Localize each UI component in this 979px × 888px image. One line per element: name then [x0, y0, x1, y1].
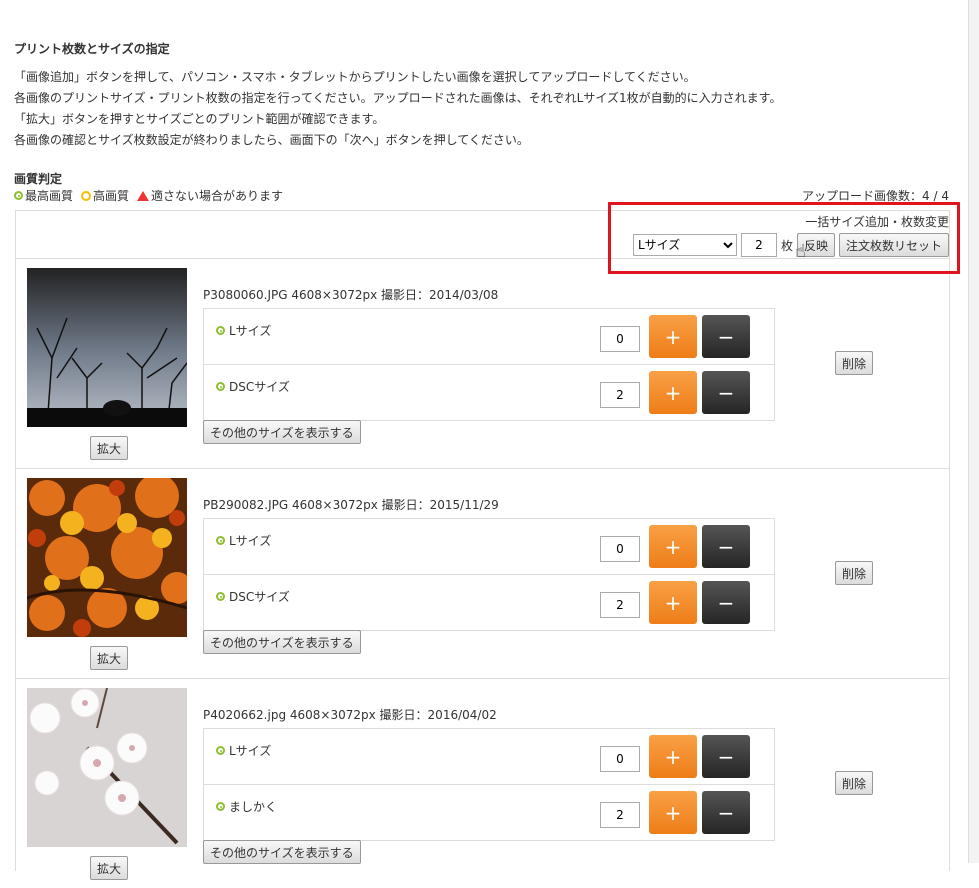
- qty-input[interactable]: [600, 326, 640, 352]
- window-edge: [968, 0, 979, 863]
- qty-input[interactable]: [600, 382, 640, 408]
- minus-button[interactable]: −: [702, 371, 750, 414]
- size-label: DSCサイズ: [229, 380, 290, 394]
- best-quality-icon: [216, 592, 225, 601]
- photo-meta: P3080060.JPG 4608×3072px 撮影日：2014/03/08: [203, 288, 499, 302]
- minus-button[interactable]: −: [702, 735, 750, 778]
- qty-input[interactable]: [600, 802, 640, 828]
- plus-button[interactable]: +: [649, 581, 697, 624]
- size-label: DSCサイズ: [229, 590, 290, 604]
- minus-button[interactable]: −: [702, 581, 750, 624]
- bulk-controls: Lサイズ 枚 反映 注文枚数リセット: [632, 233, 949, 257]
- photo-thumbnail[interactable]: [27, 688, 187, 847]
- bulk-size-select[interactable]: Lサイズ: [632, 234, 737, 256]
- size-row: Lサイズ + −: [204, 309, 774, 365]
- upload-count: アップロード画像数：4 / 4: [802, 189, 949, 203]
- size-label: Lサイズ: [229, 324, 272, 338]
- photo-thumbnail[interactable]: [27, 268, 187, 427]
- size-row: ましかく + −: [204, 785, 774, 840]
- zoom-button[interactable]: 拡大: [90, 436, 129, 460]
- warning-triangle-icon: [137, 190, 150, 201]
- photo-meta: PB290082.JPG 4608×3072px 撮影日：2015/11/29: [203, 498, 499, 512]
- hand-cursor-icon: ☝: [795, 241, 806, 262]
- size-table: Lサイズ + − ましかく + −: [203, 728, 775, 841]
- quality-legend: 最高画質 高画質 適さない場合があります: [14, 187, 283, 204]
- zoom-button[interactable]: 拡大: [90, 646, 129, 670]
- size-table: Lサイズ + − DSCサイズ + −: [203, 518, 775, 631]
- photo-row: 拡大 P4020662.jpg 4608×3072px 撮影日：2016/04/…: [16, 679, 949, 888]
- size-label: Lサイズ: [229, 744, 272, 758]
- best-quality-label: 最高画質: [25, 189, 74, 203]
- size-row: DSCサイズ + −: [204, 575, 774, 630]
- best-quality-icon: [216, 326, 225, 335]
- plus-button[interactable]: +: [649, 371, 697, 414]
- intro-line: 「画像追加」ボタンを押して、パソコン・スマホ・タブレットからプリントしたい画像を…: [14, 70, 696, 84]
- best-quality-icon: [216, 746, 225, 755]
- photo-list-panel: 一括サイズ追加・枚数変更 Lサイズ 枚 反映 注文枚数リセット 拡大 P3: [15, 210, 950, 880]
- size-row: Lサイズ + −: [204, 729, 774, 785]
- minus-button[interactable]: −: [702, 315, 750, 358]
- plus-button[interactable]: +: [649, 315, 697, 358]
- reset-button[interactable]: 注文枚数リセット: [838, 233, 949, 257]
- qty-input[interactable]: [600, 746, 640, 772]
- plus-button[interactable]: +: [649, 791, 697, 834]
- quality-heading: 画質判定: [14, 172, 63, 186]
- best-quality-icon: [14, 191, 23, 200]
- photo-row: 拡大 PB290082.JPG 4608×3072px 撮影日：2015/11/…: [16, 469, 949, 679]
- size-row: Lサイズ + −: [204, 519, 774, 575]
- minus-button[interactable]: −: [702, 791, 750, 834]
- intro-line: 各画像のプリントサイズ・プリント枚数の指定を行ってください。アップロードされた画…: [14, 91, 782, 105]
- best-quality-icon: [216, 536, 225, 545]
- other-sizes-button[interactable]: その他のサイズを表示する: [203, 840, 361, 864]
- other-sizes-button[interactable]: その他のサイズを表示する: [203, 420, 361, 444]
- qty-input[interactable]: [600, 592, 640, 618]
- bulk-qty-input[interactable]: [740, 233, 777, 257]
- photo-meta: P4020662.jpg 4608×3072px 撮影日：2016/04/02: [203, 708, 497, 722]
- page-title: プリント枚数とサイズの指定: [14, 42, 170, 56]
- size-label: Lサイズ: [229, 534, 272, 548]
- minus-button[interactable]: −: [702, 525, 750, 568]
- plus-button[interactable]: +: [649, 735, 697, 778]
- intro-line: 「拡大」ボタンを押すとサイズごとのプリント範囲が確認できます。: [14, 112, 385, 126]
- best-quality-icon: [216, 802, 225, 811]
- bulk-edit-bar: 一括サイズ追加・枚数変更 Lサイズ 枚 反映 注文枚数リセット: [16, 211, 949, 259]
- high-quality-icon: [81, 190, 92, 201]
- photo-row: 拡大 P3080060.JPG 4608×3072px 撮影日：2014/03/…: [16, 259, 949, 469]
- intro-line: 各画像の確認とサイズ枚数設定が終わりましたら、画面下の「次へ」ボタンを押してくだ…: [14, 133, 529, 147]
- best-quality-icon: [216, 382, 225, 391]
- intro-text: 「画像追加」ボタンを押して、パソコン・スマホ・タブレットからプリントしたい画像を…: [14, 67, 781, 151]
- photo-thumbnail[interactable]: [27, 478, 187, 637]
- size-label: ましかく: [229, 800, 278, 814]
- bulk-unit: 枚: [780, 238, 793, 253]
- zoom-button[interactable]: 拡大: [90, 856, 129, 880]
- size-table: Lサイズ + − DSCサイズ + −: [203, 308, 775, 421]
- delete-button[interactable]: 削除: [835, 561, 874, 585]
- qty-input[interactable]: [600, 536, 640, 562]
- other-sizes-button[interactable]: その他のサイズを表示する: [203, 630, 361, 654]
- size-row: DSCサイズ + −: [204, 365, 774, 420]
- delete-button[interactable]: 削除: [835, 351, 874, 375]
- high-quality-label: 高画質: [93, 189, 130, 203]
- plus-button[interactable]: +: [649, 525, 697, 568]
- warning-label: 適さない場合があります: [151, 189, 284, 203]
- delete-button[interactable]: 削除: [835, 771, 874, 795]
- bulk-title: 一括サイズ追加・枚数変更: [805, 215, 949, 229]
